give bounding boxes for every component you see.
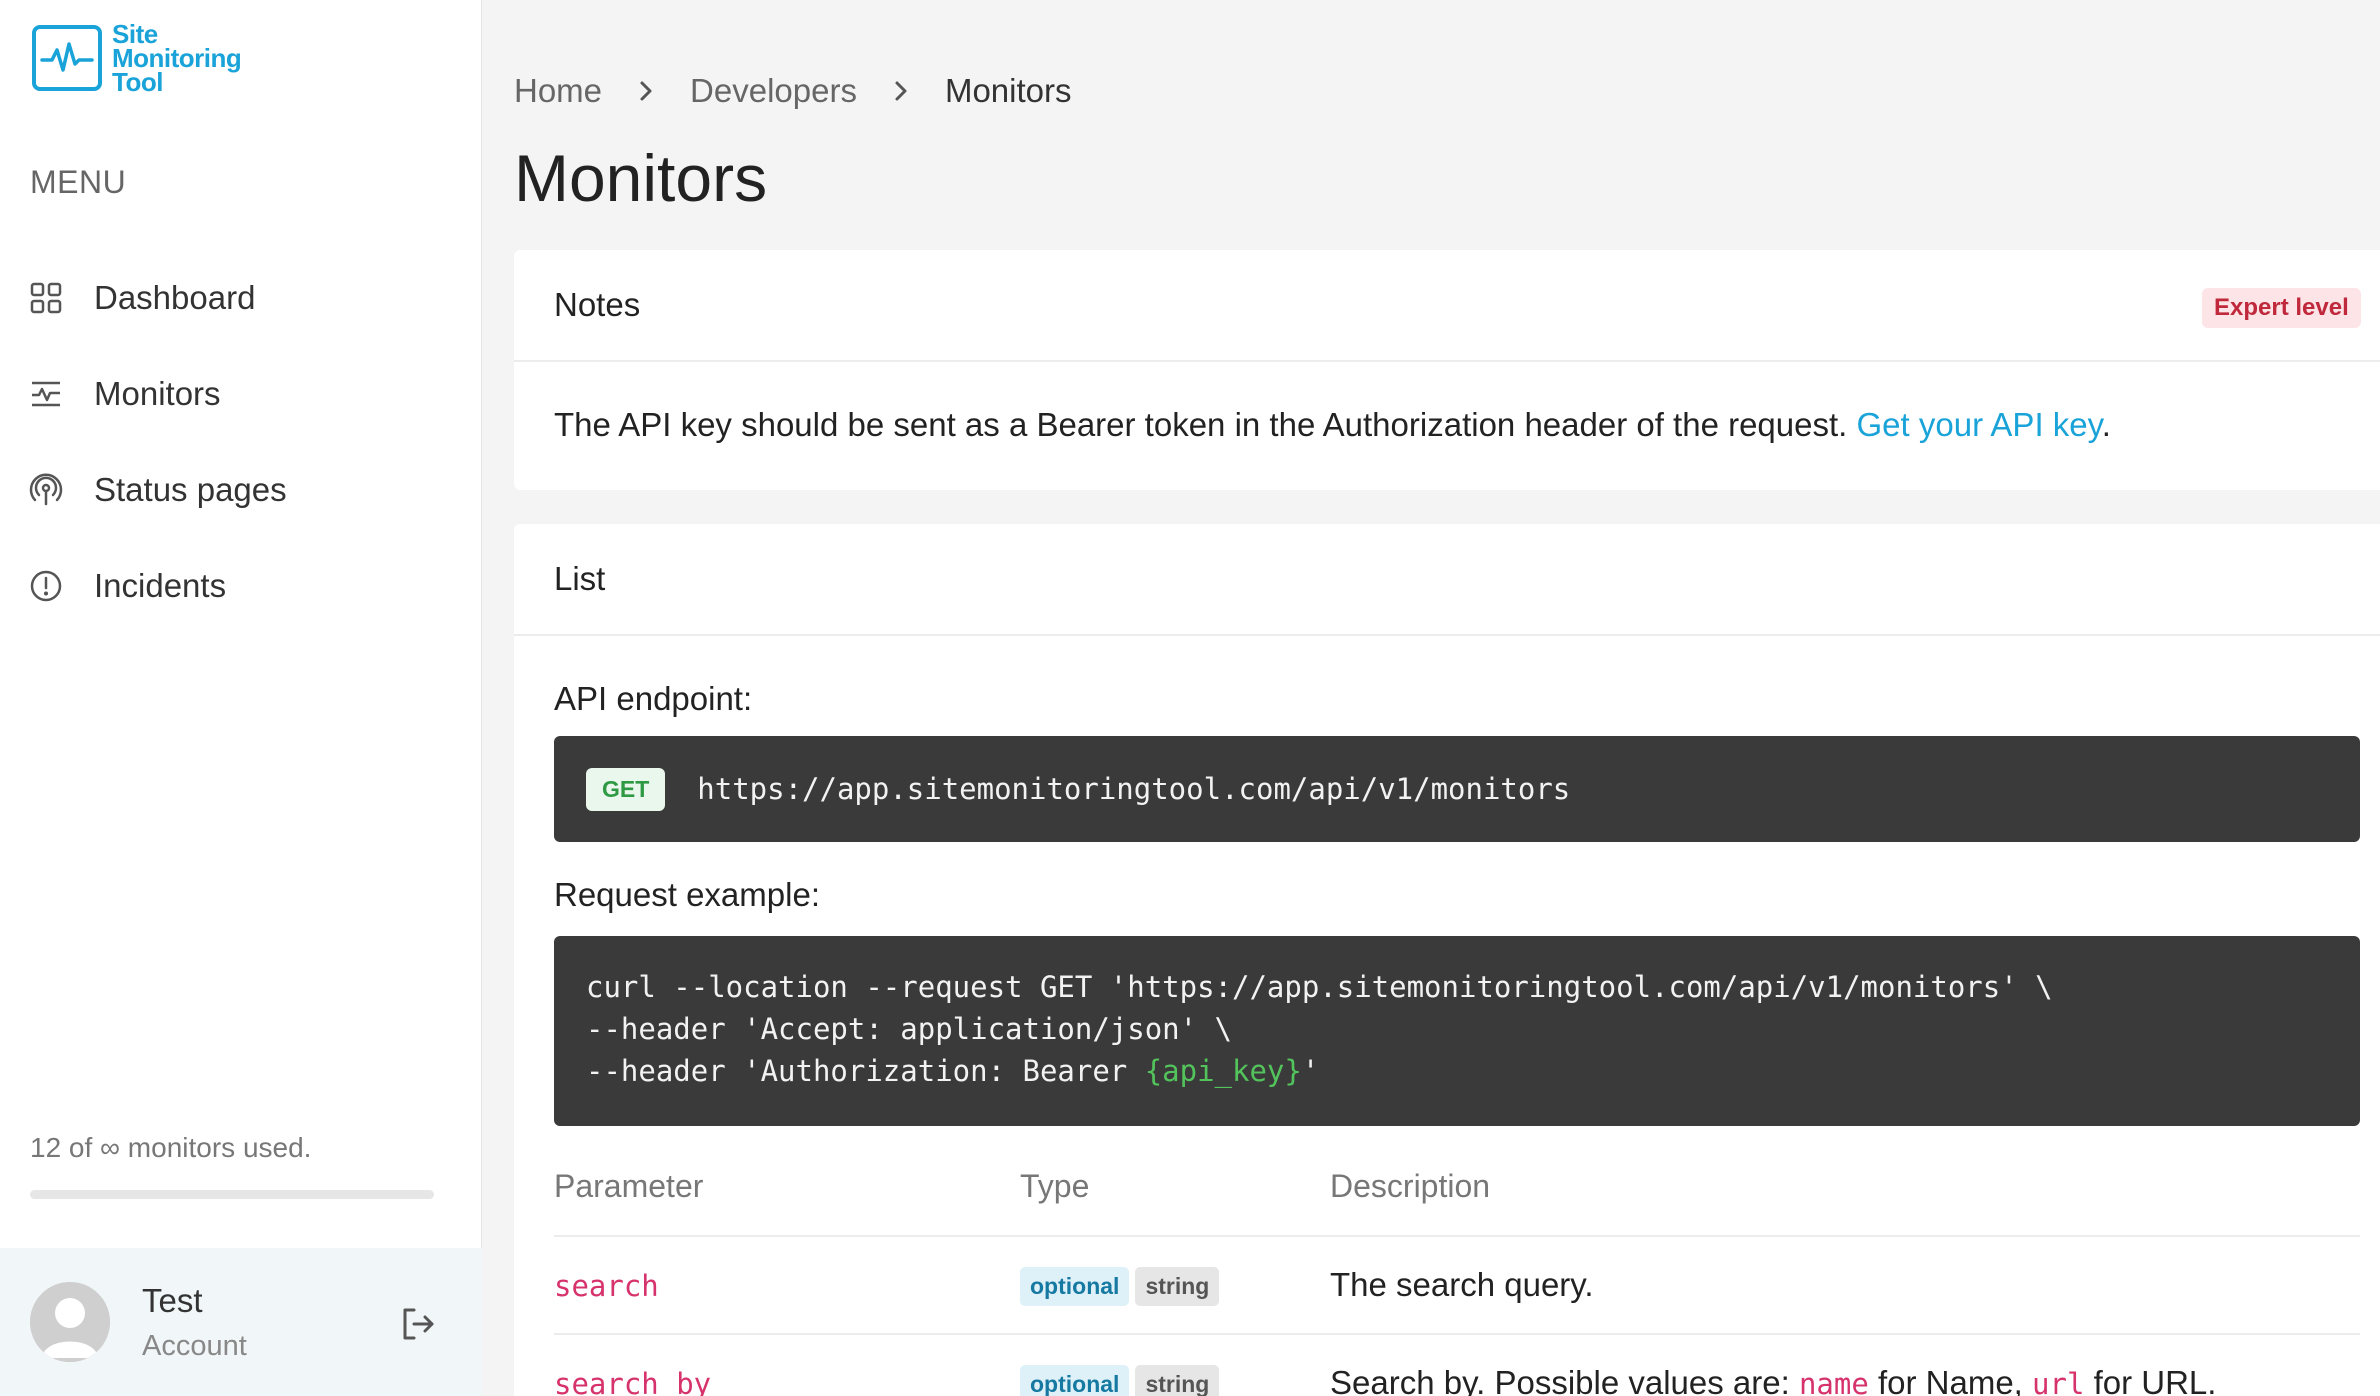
menu-label: MENU (30, 164, 127, 200)
param-name-cell: search (554, 1236, 1020, 1335)
request-example-label: Request example: (554, 876, 820, 913)
param-name: search_by (554, 1367, 712, 1396)
get-api-key-link[interactable]: Get your API key (1857, 406, 2102, 443)
sidebar: Site Monitoring Tool MENU Dashboard Moni… (0, 0, 482, 1396)
request-example-code[interactable]: curl --location --request GET 'https://a… (554, 936, 2360, 1126)
type-badge: string (1135, 1267, 1220, 1306)
monitor-usage-bar (30, 1190, 434, 1199)
logo-text: Site Monitoring Tool (112, 21, 242, 97)
notes-text-end: . (2101, 406, 2111, 443)
type-badge: string (1135, 1365, 1220, 1396)
notes-text: The API key should be sent as a Bearer t… (554, 406, 1857, 443)
account-subtitle: Account (142, 1329, 247, 1362)
sidebar-item-monitors[interactable]: Monitors (0, 346, 482, 442)
api-endpoint-box[interactable]: GET https://app.sitemonitoringtool.com/a… (554, 736, 2360, 842)
endpoint-url: https://app.sitemonitoringtool.com/api/v… (697, 772, 1571, 806)
grid-icon (28, 280, 64, 316)
description-text: Search by. Possible values are: (1330, 1364, 1799, 1396)
expert-level-badge: Expert level (2202, 288, 2361, 328)
column-header-parameter: Parameter (554, 1138, 1020, 1237)
sidebar-item-status-pages[interactable]: Status pages (0, 442, 482, 538)
app-logo[interactable]: Site Monitoring Tool (32, 21, 242, 97)
monitor-pulse-icon (28, 376, 64, 412)
notes-title: Notes (554, 286, 641, 323)
page-title: Monitors (514, 141, 768, 215)
sidebar-item-dashboard[interactable]: Dashboard (0, 250, 482, 346)
notes-card-header: Notes Expert level (514, 250, 2380, 362)
table-row: search_by optional string Search by. Poss… (554, 1334, 2360, 1396)
param-description: The search query. (1330, 1236, 2360, 1335)
logout-icon[interactable] (398, 1304, 438, 1344)
sidebar-item-incidents[interactable]: Incidents (0, 538, 482, 634)
alert-circle-icon (28, 568, 64, 604)
inline-code: name (1798, 1367, 1869, 1396)
list-card: List API endpoint: GET https://app.sitem… (514, 524, 2380, 1396)
sidebar-item-label: Dashboard (94, 279, 256, 316)
code-line: curl --location --request GET 'https://a… (586, 970, 2053, 1004)
notes-body: The API key should be sent as a Bearer t… (514, 362, 2380, 490)
list-card-body: API endpoint: GET https://app.sitemonito… (514, 636, 2380, 1396)
column-header-description: Description (1330, 1138, 2360, 1237)
optional-badge: optional (1020, 1365, 1130, 1396)
breadcrumb-current: Monitors (944, 72, 1072, 109)
sidebar-nav: Dashboard Monitors Status pages Incident… (0, 250, 482, 634)
parameters-table: Parameter Type Description search option… (554, 1138, 2360, 1396)
monitor-usage-text: 12 of ∞ monitors used. (30, 1132, 312, 1163)
http-method-badge: GET (586, 767, 666, 811)
sidebar-item-label: Status pages (94, 471, 287, 508)
param-name-cell: search_by (554, 1334, 1020, 1396)
sidebar-item-label: Incidents (94, 567, 227, 604)
description-text: for Name, (1868, 1364, 2033, 1396)
chevron-right-icon (893, 79, 909, 103)
code-text: ' (1301, 1054, 1320, 1088)
broadcast-icon (28, 472, 64, 508)
account-info: Test Account (142, 1282, 247, 1363)
column-header-type: Type (1020, 1138, 1330, 1237)
list-card-header: List (514, 524, 2380, 636)
code-line: --header 'Accept: application/json' \ (586, 1012, 1233, 1046)
inline-code: url (2032, 1367, 2085, 1396)
account-panel: Test Account (0, 1248, 482, 1396)
breadcrumb: Home Developers Monitors (514, 72, 1072, 110)
list-title: List (554, 560, 606, 597)
breadcrumb-home[interactable]: Home (514, 72, 602, 110)
code-line: --header 'Authorization: Bearer {api_key… (586, 1050, 2328, 1092)
pulse-logo-icon (32, 25, 102, 91)
code-variable: {api_key} (1144, 1054, 1302, 1088)
api-endpoint-label: API endpoint: (554, 680, 753, 717)
param-name: search (554, 1269, 659, 1303)
param-description: Search by. Possible values are: name for… (1330, 1334, 2360, 1396)
table-header-row: Parameter Type Description (554, 1138, 2360, 1237)
code-text: --header 'Authorization: Bearer (586, 1054, 1145, 1088)
sidebar-item-label: Monitors (94, 375, 221, 412)
description-text: for URL. (2084, 1364, 2217, 1396)
param-type-cell: optional string (1020, 1334, 1330, 1396)
table-row: search optional string The search query. (554, 1236, 2360, 1335)
account-name: Test (142, 1281, 203, 1319)
logo-line: Tool (112, 67, 163, 97)
optional-badge: optional (1020, 1267, 1130, 1306)
breadcrumb-developers[interactable]: Developers (690, 72, 857, 110)
notes-card: Notes Expert level The API key should be… (514, 250, 2380, 490)
avatar[interactable] (30, 1282, 110, 1362)
chevron-right-icon (638, 79, 654, 103)
param-type-cell: optional string (1020, 1236, 1330, 1335)
